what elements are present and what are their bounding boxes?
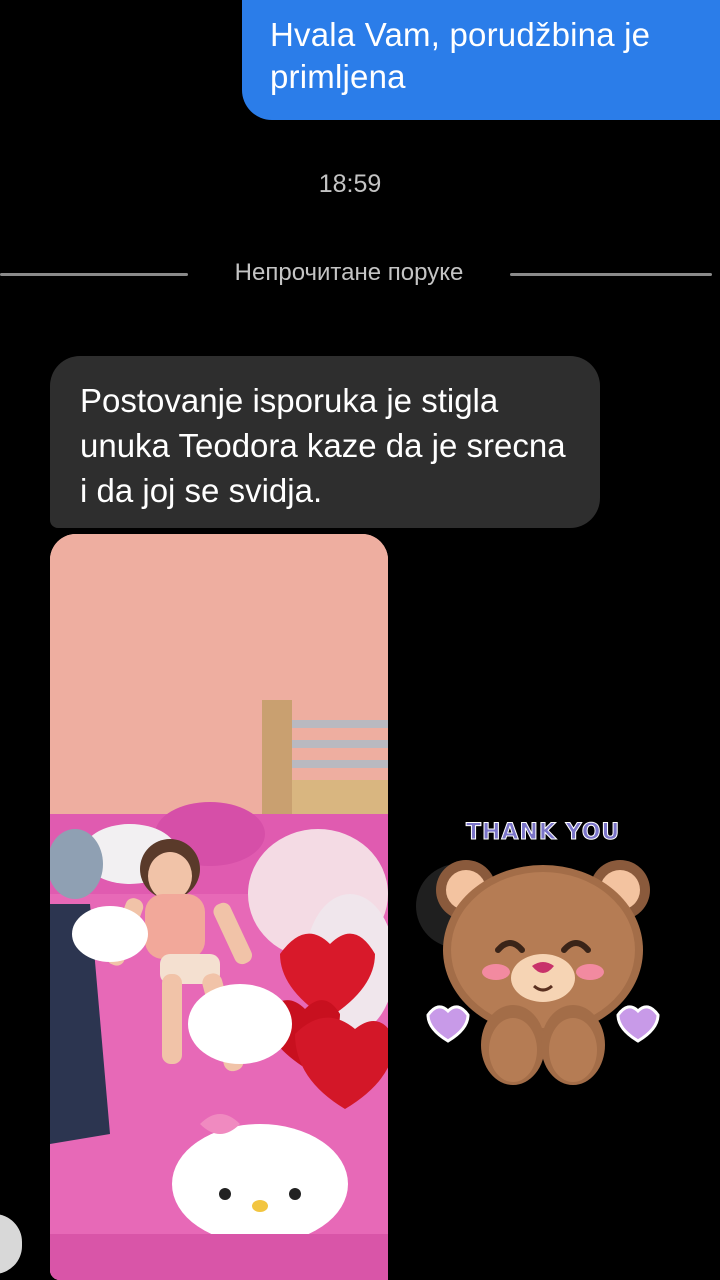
- unread-divider-label: Непрочитане поруке: [234, 259, 464, 286]
- sender-avatar[interactable]: [0, 1214, 22, 1274]
- outgoing-message-bubble[interactable]: Hvala Vam, porudžbina je primljena: [242, 0, 720, 120]
- photo-attachment[interactable]: [50, 534, 388, 1280]
- incoming-message-bubble[interactable]: Postovanje isporuka je stigla unuka Teod…: [50, 356, 600, 528]
- chat-screen: Hvala Vam, porudžbina je primljena 18:59…: [0, 0, 720, 1280]
- incoming-message-text: Postovanje isporuka je stigla unuka Teod…: [80, 382, 566, 509]
- divider-line-right: [510, 273, 712, 276]
- teddy-bear-sticker[interactable]: [418, 810, 668, 1100]
- message-timestamp: 18:59: [318, 170, 382, 198]
- outgoing-message-text: Hvala Vam, porudžbina je primljena: [270, 16, 651, 95]
- unread-divider: Непрочитане поруке: [0, 255, 720, 293]
- divider-line-left: [0, 273, 188, 276]
- sticker-caption: THANK YOU: [466, 820, 621, 846]
- photo-image: [50, 534, 388, 1280]
- teddy-bear-icon: [426, 860, 660, 1085]
